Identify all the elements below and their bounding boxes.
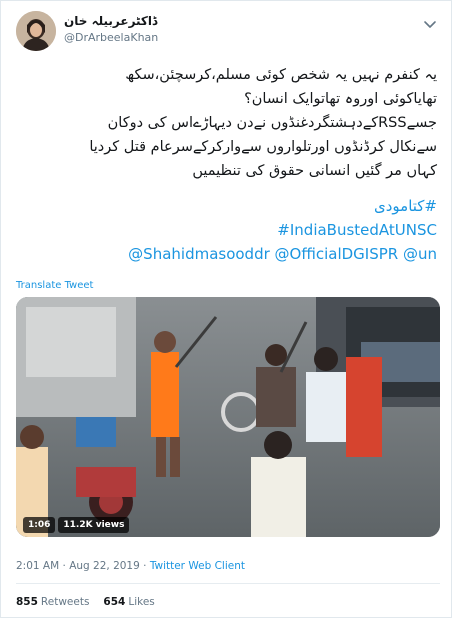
author-handle[interactable]: @DrArbeelaKhan — [64, 31, 158, 44]
tweet-line: کہاں مر گئیں انسانی حقوق کی تنظیمیں — [192, 163, 437, 179]
video-frame — [16, 297, 440, 537]
video-view-count: 11.2K views — [58, 517, 130, 533]
likes-count: 654 — [103, 596, 126, 608]
tweet-line: یہ کنفرم نہیں یہ شخص کوئی مسلم،کرسچئن،سک… — [125, 67, 437, 83]
tweet-client-link[interactable]: Twitter Web Client — [150, 560, 245, 572]
divider — [16, 583, 440, 584]
translate-tweet-link[interactable]: Translate Tweet — [16, 280, 93, 291]
tweet-time[interactable]: 2:01 AM — [16, 560, 59, 572]
video-meta: 1:06 11.2K views — [23, 517, 130, 533]
hashtag-link-urdu[interactable]: #کتامودی — [374, 197, 437, 215]
tweet-card: ڈاکٹرعربیلہ خان @DrArbeelaKhan یہ کنفرم … — [0, 0, 452, 618]
timestamp-separator: · — [59, 560, 70, 572]
avatar[interactable] — [16, 11, 56, 51]
tweet-timestamp: 2:01 AM · Aug 22, 2019 · Twitter Web Cli… — [16, 560, 245, 572]
tweet-line: تھایاکوئی اوروہ تھاتوایک انسان؟ — [244, 91, 437, 107]
chevron-down-icon[interactable] — [421, 15, 439, 33]
hashtag-link-english[interactable]: #IndiaBustedAtUNSC — [277, 221, 437, 239]
tweet-text: یہ کنفرم نہیں یہ شخص کوئی مسلم،کرسچئن،سک… — [17, 63, 437, 183]
mention-links[interactable]: @Shahidmasooddr @OfficialDGISPR @un — [128, 245, 437, 263]
tweet-stats: 855 Retweets 654 Likes — [16, 596, 155, 608]
author-display-name[interactable]: ڈاکٹرعربیلہ خان — [64, 14, 157, 28]
avatar-image — [16, 11, 56, 51]
video-duration: 1:06 — [23, 517, 56, 533]
tweet-line: جسےRSSکےدہشتگردغنڈوں نےدن دیہاڑےاس کی دو… — [107, 115, 437, 131]
retweets-stat[interactable]: 855 Retweets — [16, 596, 89, 608]
retweets-label: Retweets — [40, 596, 90, 608]
tweet-date[interactable]: Aug 22, 2019 — [69, 560, 140, 572]
timestamp-separator: · — [139, 560, 150, 572]
tweet-line: سےنکال کرڈنڈوں اورتلواروں سےوارکرکےسرعام… — [89, 139, 437, 155]
likes-stat[interactable]: 654 Likes — [103, 596, 154, 608]
likes-label: Likes — [128, 596, 155, 608]
video-player[interactable] — [16, 297, 440, 537]
retweets-count: 855 — [16, 596, 38, 608]
